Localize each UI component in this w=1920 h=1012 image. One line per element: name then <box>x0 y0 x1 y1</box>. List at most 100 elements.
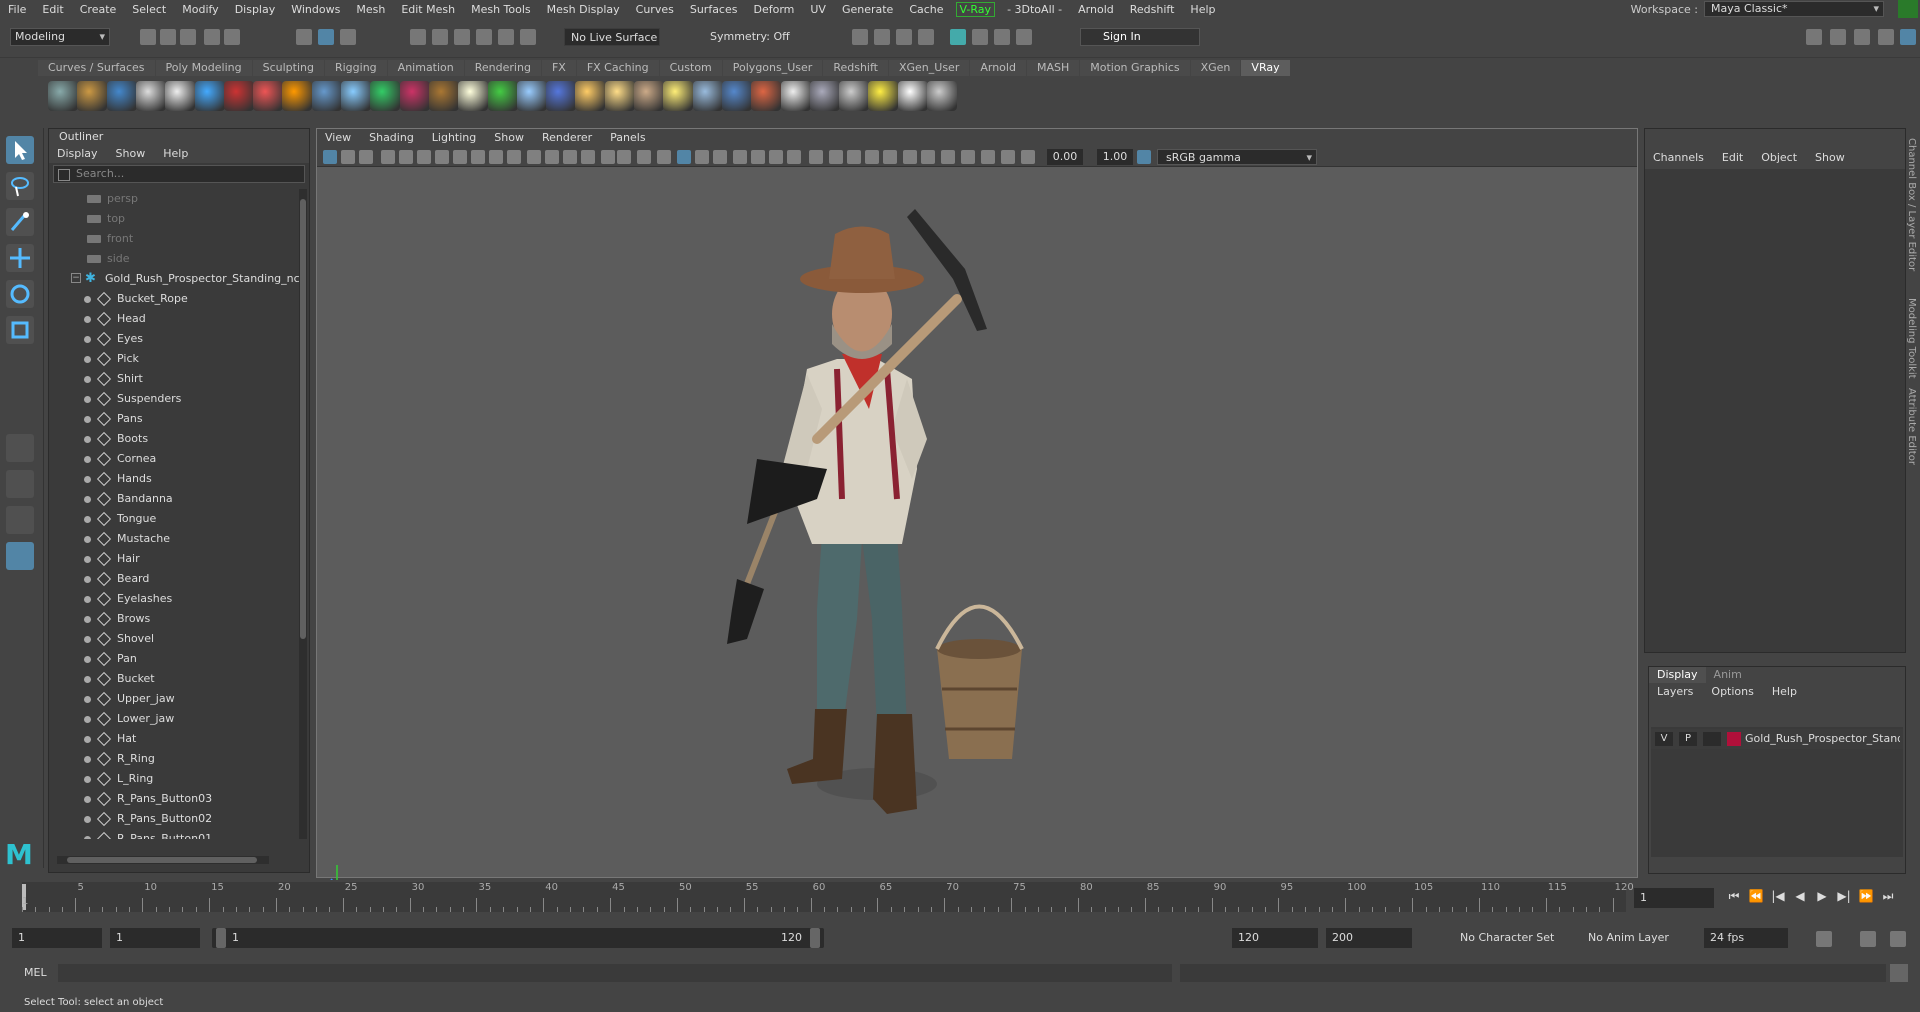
viewport-tool-icon-37[interactable] <box>1001 150 1015 164</box>
layer-type-toggle[interactable] <box>1703 732 1721 746</box>
lock-icon[interactable] <box>1898 0 1918 18</box>
shelf-tab-animation[interactable]: Animation <box>387 60 464 76</box>
vray-shelf-icon-20[interactable] <box>604 81 635 111</box>
vray-shelf-icon-3[interactable] <box>106 81 137 111</box>
outliner-item-eyes[interactable]: Eyes <box>49 329 299 349</box>
viewport-tool-icon-15[interactable] <box>581 150 595 164</box>
expand-icon[interactable] <box>84 676 91 683</box>
outliner-item-hands[interactable]: Hands <box>49 469 299 489</box>
viewport-tool-icon-24[interactable] <box>751 150 765 164</box>
vray-shelf-icon-14[interactable] <box>428 81 459 111</box>
shelf-tab-motion-graphics[interactable]: Motion Graphics <box>1080 60 1190 76</box>
snap-view-icon[interactable] <box>498 29 514 45</box>
viewport-tool-icon-11[interactable] <box>507 150 521 164</box>
redo-icon[interactable] <box>224 29 240 45</box>
shelf-tab-sculpting[interactable]: Sculpting <box>252 60 324 76</box>
channel-menu-object[interactable]: Object <box>1761 151 1797 164</box>
loop-icon[interactable] <box>1816 931 1832 947</box>
viewport-tool-icon-5[interactable] <box>399 150 413 164</box>
expand-icon[interactable] <box>84 776 91 783</box>
vray-shelf-icon-21[interactable] <box>634 81 664 111</box>
tool-settings-icon[interactable] <box>1878 29 1894 45</box>
layer-tab-anim[interactable]: Anim <box>1706 667 1750 683</box>
viewport-tool-icon-2[interactable] <box>341 150 355 164</box>
outliner-item-hat[interactable]: Hat <box>49 729 299 749</box>
expand-icon[interactable] <box>84 736 91 743</box>
vray-shelf-icon-24[interactable] <box>721 81 752 111</box>
vray-shelf-icon-16[interactable] <box>487 81 518 111</box>
vray-ipr-icon[interactable] <box>972 29 988 45</box>
menu-file[interactable]: File <box>0 3 34 16</box>
menu-generate[interactable]: Generate <box>834 3 901 16</box>
move-tool-icon[interactable] <box>6 244 34 272</box>
time-slider-track[interactable]: 5 10 15 20 25 30 35 40 45 50 55 60 65 70 75 80 85 90 95 100… <box>22 882 1634 912</box>
viewport-tool-icon-3[interactable] <box>359 150 373 164</box>
select-tool-icon[interactable] <box>6 136 34 164</box>
viewport-tool-icon-10[interactable] <box>489 150 503 164</box>
side-tab-2[interactable]: Modeling Toolkit <box>1906 298 1917 379</box>
mel-label[interactable]: MEL <box>24 964 47 982</box>
current-frame-field[interactable]: 1 <box>1634 888 1714 908</box>
viewport-tool-icon-7[interactable] <box>435 150 449 164</box>
outliner-item-r_pans_button03[interactable]: R_Pans_Button03 <box>49 789 299 809</box>
outliner-item-pick[interactable]: Pick <box>49 349 299 369</box>
expand-icon[interactable] <box>84 556 91 563</box>
lasso-tool-icon[interactable] <box>6 172 34 200</box>
new-scene-icon[interactable] <box>140 29 156 45</box>
menu-vray[interactable]: V-Ray <box>955 1 996 17</box>
layer-color-swatch[interactable] <box>1727 732 1741 746</box>
expand-icon[interactable] <box>84 476 91 483</box>
side-tab-1[interactable]: Channel Box / Layer Editor <box>1906 138 1917 271</box>
viewport-tool-icon-25[interactable] <box>769 150 783 164</box>
paint-select-icon[interactable] <box>6 208 34 236</box>
viewport-tool-icon-8[interactable] <box>453 150 467 164</box>
save-scene-icon[interactable] <box>180 29 196 45</box>
snap-grid-icon[interactable] <box>410 29 426 45</box>
vray-shelf-icon-30[interactable] <box>897 81 928 111</box>
outliner-menu-help[interactable]: Help <box>163 145 188 163</box>
expand-icon[interactable] <box>84 536 91 543</box>
viewport-tool-icon-27[interactable] <box>809 150 823 164</box>
undo-icon[interactable] <box>204 29 220 45</box>
layer-playback-toggle[interactable]: P <box>1679 732 1697 746</box>
channel-menu-show[interactable]: Show <box>1815 151 1845 164</box>
vray-shelf-icon-12[interactable] <box>370 81 401 111</box>
menuset-dropdown[interactable]: Modeling <box>10 28 110 46</box>
step-back-key-icon[interactable]: ⏪ <box>1748 888 1764 904</box>
outliner-item-suspenders[interactable]: Suspenders <box>49 389 299 409</box>
color-management-icon[interactable] <box>1137 150 1151 164</box>
viewport-tool-icon-1[interactable] <box>323 150 337 164</box>
sign-in-button[interactable]: Sign In <box>1080 28 1200 46</box>
menu-mesh-tools[interactable]: Mesh Tools <box>463 3 539 16</box>
expand-icon[interactable] <box>84 496 91 503</box>
viewport-tool-icon-4[interactable] <box>381 150 395 164</box>
outliner-camera-top[interactable]: top <box>49 209 299 229</box>
step-forward-frame-icon[interactable]: ▶| <box>1836 888 1852 904</box>
shelf-tab-rigging[interactable]: Rigging <box>324 60 387 76</box>
viewport-tool-icon-20[interactable] <box>677 150 691 164</box>
layer-menu-help[interactable]: Help <box>1772 683 1797 701</box>
outliner-camera-persp[interactable]: persp <box>49 189 299 209</box>
expand-icon[interactable] <box>84 436 91 443</box>
outliner-item-upper_jaw[interactable]: Upper_jaw <box>49 689 299 709</box>
viewport-tool-icon-34[interactable] <box>941 150 955 164</box>
shelf-tab-redshift[interactable]: Redshift <box>823 60 888 76</box>
shelf-tab-vray[interactable]: VRay <box>1241 60 1290 76</box>
viewport-tool-icon-26[interactable] <box>787 150 801 164</box>
render-frame-icon[interactable] <box>852 29 868 45</box>
play-backwards-icon[interactable]: ◀ <box>1792 888 1808 904</box>
outliner-item-brows[interactable]: Brows <box>49 609 299 629</box>
viewport-menu-renderer[interactable]: Renderer <box>542 129 592 147</box>
menu-edit-mesh[interactable]: Edit Mesh <box>393 3 463 16</box>
vray-shelf-icon-5[interactable] <box>165 81 196 111</box>
layer-visibility-toggle[interactable]: V <box>1655 732 1673 746</box>
ipr-render-icon[interactable] <box>896 29 912 45</box>
layer-tab-display[interactable]: Display <box>1649 667 1706 683</box>
outliner-item-bucket[interactable]: Bucket <box>49 669 299 689</box>
gamma-field[interactable]: 1.00 <box>1097 149 1133 165</box>
outliner-item-beard[interactable]: Beard <box>49 569 299 589</box>
auto-key-icon[interactable] <box>1860 931 1876 947</box>
viewport-tool-icon-28[interactable] <box>829 150 843 164</box>
outliner-menu-show[interactable]: Show <box>116 145 146 163</box>
shelf-tab-fx-caching[interactable]: FX Caching <box>576 60 659 76</box>
